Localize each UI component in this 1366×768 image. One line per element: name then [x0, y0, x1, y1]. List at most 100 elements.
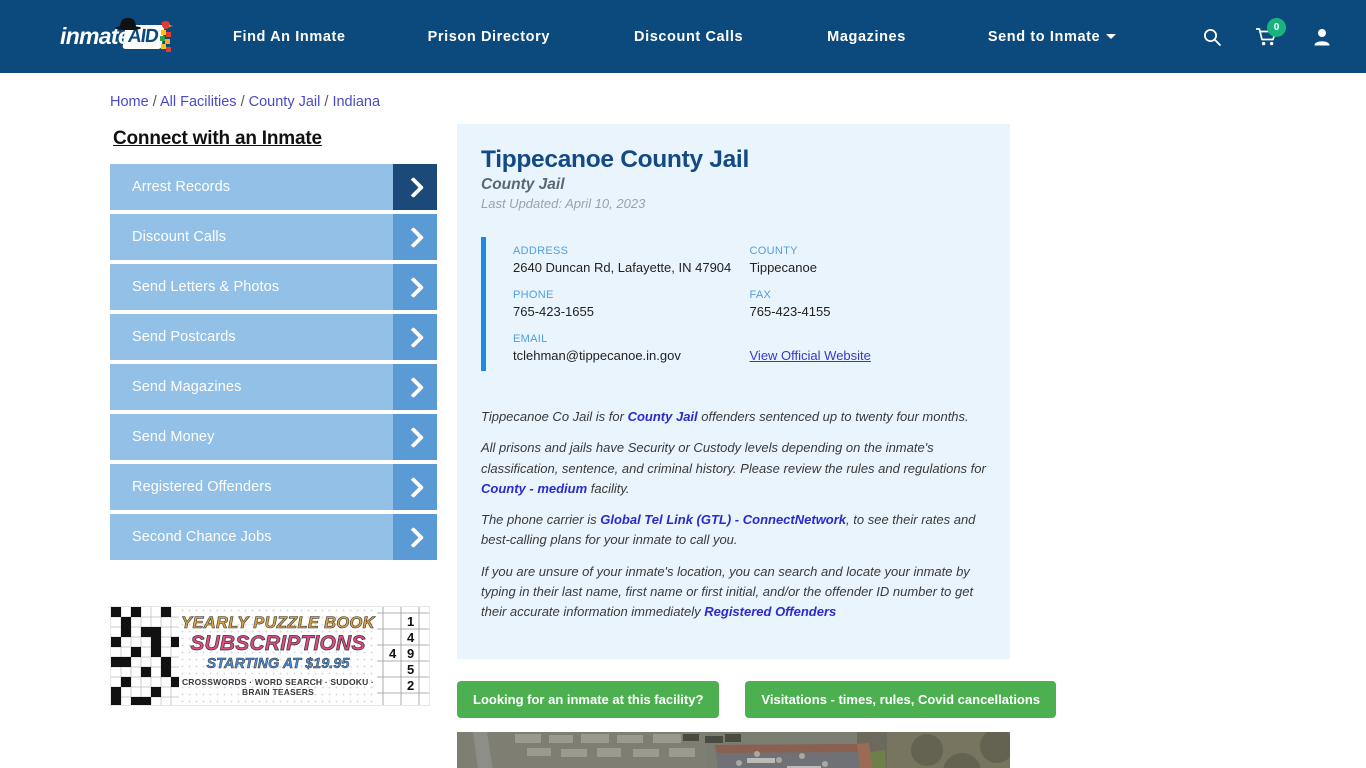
nav-item-magazines[interactable]: Magazines	[825, 23, 908, 51]
paragraph-text: All prisons and jails have Security or C…	[481, 440, 986, 476]
sidebar-item-label: Discount Calls	[132, 229, 227, 245]
visitations-button[interactable]: Visitations - times, rules, Covid cancel…	[745, 681, 1057, 719]
chevron-down-icon	[1106, 34, 1117, 40]
facility-type: County Jail	[481, 176, 565, 193]
sidebar-item-registered-offenders[interactable]: Registered Offenders	[110, 464, 437, 510]
breadcrumb-separator: /	[324, 94, 329, 110]
chevron-right-icon	[393, 314, 437, 360]
info-website: View Official Website	[750, 333, 987, 363]
main-navigation: Find An Inmate Prison Directory Discount…	[231, 23, 1202, 51]
facility-last-updated: Last Updated: April 10, 2023	[481, 196, 646, 211]
sidebar-item-discount-calls[interactable]: Discount Calls	[110, 214, 437, 260]
search-icon	[1204, 28, 1221, 46]
facility-paragraph: The phone carrier is Global Tel Link (GT…	[481, 510, 986, 551]
inline-link[interactable]: County - medium	[481, 481, 587, 496]
breadcrumb-separator: /	[240, 94, 245, 110]
info-email-label: EMAIL	[513, 333, 548, 345]
ad-line-1: YEARLY PUZZLE BOOK	[181, 614, 375, 633]
chevron-right-icon	[393, 264, 437, 310]
info-fax-label: FAX	[749, 289, 772, 301]
sidebar: Connect with an Inmate Arrest Records Di…	[110, 110, 437, 706]
ad-line-4: CROSSWORDS · WORD SEARCH · SUDOKU · BRAI…	[181, 676, 375, 697]
nav-item-send-to-inmate[interactable]: Send to Inmate	[986, 23, 1118, 51]
account-button[interactable]	[1312, 27, 1332, 47]
sidebar-item-send-postcards[interactable]: Send Postcards	[110, 314, 437, 360]
sidebar-item-label: Arrest Records	[132, 179, 231, 195]
nav-item-prison-directory[interactable]: Prison Directory	[426, 23, 552, 51]
facility-paragraph: All prisons and jails have Security or C…	[481, 438, 986, 499]
breadcrumb-item-indiana[interactable]: Indiana	[332, 94, 380, 110]
breadcrumb-item-home[interactable]: Home	[110, 94, 149, 110]
content-columns: Connect with an Inmate Arrest Records Di…	[0, 110, 1366, 768]
breadcrumb: Home / All Facilities / County Jail / In…	[0, 85, 1366, 110]
info-address-label: ADDRESS	[513, 245, 569, 257]
view-official-website-link[interactable]: View Official Website	[750, 348, 871, 363]
ad-line-3: STARTING AT $19.95	[206, 655, 350, 672]
svg-text:5: 5	[407, 662, 414, 677]
ad-text-block: YEARLY PUZZLE BOOK SUBSCRIPTIONS STARTIN…	[179, 607, 377, 705]
search-button[interactable]	[1202, 27, 1222, 47]
info-county-label: COUNTY	[749, 245, 798, 257]
user-account-icon	[1314, 28, 1330, 45]
sidebar-item-label: Send Money	[132, 429, 215, 445]
site-header: inmate AID Find An Inmate Prison Directo…	[0, 0, 1366, 73]
chevron-right-icon	[393, 464, 437, 510]
logo-hat-icon	[115, 17, 141, 30]
info-county: COUNTY Tippecanoe	[750, 245, 987, 275]
page-body: Home / All Facilities / County Jail / In…	[0, 73, 1366, 768]
facility-paragraphs: Tippecanoe Co Jail is for County Jail of…	[481, 407, 986, 622]
facility-paragraph: Tippecanoe Co Jail is for County Jail of…	[481, 407, 986, 427]
info-email-value: tclehman@tippecanoe.in.gov	[513, 348, 681, 363]
ad-line-2: SUBSCRIPTIONS	[190, 631, 366, 655]
facility-card: Tippecanoe County Jail County Jail Last …	[457, 124, 1010, 660]
info-website-spacer	[750, 333, 987, 345]
facility-info-block: ADDRESS 2640 Duncan Rd, Lafayette, IN 47…	[481, 237, 986, 371]
sidebar-item-label: Send Postcards	[132, 329, 236, 345]
sidebar-item-send-money[interactable]: Send Money	[110, 414, 437, 460]
sidebar-item-label: Second Chance Jobs	[132, 529, 272, 545]
puzzle-book-ad-banner[interactable]: YEARLY PUZZLE BOOK SUBSCRIPTIONS STARTIN…	[110, 606, 430, 706]
page-title: Tippecanoe County Jail	[481, 146, 749, 173]
sidebar-item-arrest-records[interactable]: Arrest Records	[110, 164, 437, 210]
svg-text:9: 9	[407, 646, 414, 661]
info-phone: PHONE 765-423-1655	[513, 289, 750, 319]
cart-count-badge: 0	[1267, 17, 1286, 37]
paragraph-text: offenders sentenced up to twenty four mo…	[697, 409, 969, 424]
breadcrumb-separator: /	[152, 94, 157, 110]
svg-text:1: 1	[407, 614, 414, 629]
breadcrumb-item-all-facilities[interactable]: All Facilities	[160, 94, 237, 110]
inline-link[interactable]: Global Tel Link (GTL) - ConnectNetwork	[600, 512, 846, 527]
info-phone-label: PHONE	[513, 289, 554, 301]
sidebar-item-send-letters-photos[interactable]: Send Letters & Photos	[110, 264, 437, 310]
sidebar-item-label: Send Magazines	[132, 379, 242, 395]
sidebar-item-label: Registered Offenders	[132, 479, 272, 495]
chevron-right-icon	[393, 414, 437, 460]
paragraph-text: The phone carrier is	[481, 512, 601, 528]
action-button-row: Looking for an inmate at this facility? …	[457, 681, 1057, 719]
aerial-photo-graphic	[457, 732, 1010, 768]
nav-item-discount-calls[interactable]: Discount Calls	[632, 23, 745, 51]
sidebar-title: Connect with an Inmate	[113, 128, 322, 149]
sidebar-item-send-magazines[interactable]: Send Magazines	[110, 364, 437, 410]
info-email: EMAIL tclehman@tippecanoe.in.gov	[513, 333, 750, 363]
chevron-right-icon	[393, 214, 437, 260]
facility-paragraph: If you are unsure of your inmate's locat…	[481, 562, 986, 623]
logo-mascot-icon	[160, 20, 173, 52]
paragraph-text: Tippecanoe Co Jail is for	[481, 409, 628, 424]
svg-text:4: 4	[389, 646, 397, 661]
nav-item-find-an-inmate[interactable]: Find An Inmate	[231, 23, 348, 51]
info-fax: FAX 765-423-4155	[750, 289, 987, 319]
inline-link[interactable]: County Jail	[628, 409, 698, 424]
sidebar-item-second-chance-jobs[interactable]: Second Chance Jobs	[110, 514, 437, 560]
info-county-value: Tippecanoe	[749, 260, 817, 275]
info-fax-value: 765-423-4155	[749, 304, 831, 319]
chevron-right-icon	[393, 164, 437, 210]
cart-button[interactable]: 0	[1256, 17, 1286, 47]
info-phone-value: 765-423-1655	[513, 304, 594, 319]
breadcrumb-item-county-jail[interactable]: County Jail	[249, 94, 321, 110]
find-inmate-button[interactable]: Looking for an inmate at this facility?	[457, 681, 720, 719]
facility-aerial-photo	[457, 732, 1010, 768]
site-logo[interactable]: inmate AID	[60, 17, 185, 57]
inline-link[interactable]: Registered Offenders	[704, 604, 836, 619]
info-address-value: 2640 Duncan Rd, Lafayette, IN 47904	[513, 260, 732, 275]
